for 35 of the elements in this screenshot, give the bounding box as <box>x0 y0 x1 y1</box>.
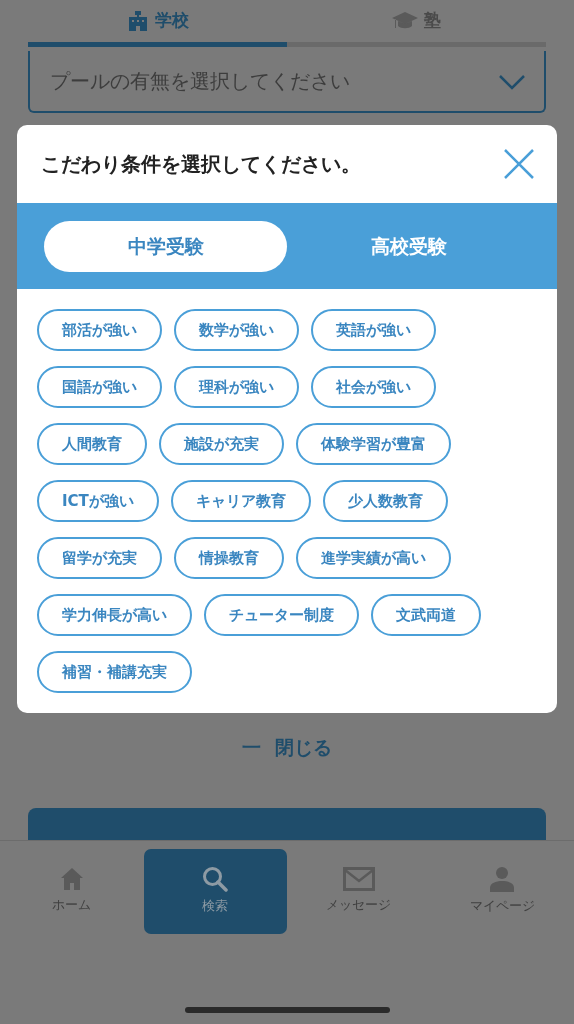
person-icon <box>489 866 516 893</box>
filter-chip[interactable]: キャリア教育 <box>170 480 311 522</box>
filter-chip[interactable]: 部活が強い <box>37 309 162 351</box>
filter-chip[interactable]: 少人数教育 <box>322 480 448 522</box>
graduation-cap-icon <box>392 11 418 31</box>
filter-chip[interactable]: チューター制度 <box>204 594 359 636</box>
tab[interactable]: 学校 <box>28 0 287 47</box>
mail-icon <box>342 867 375 892</box>
filter-chip[interactable]: 国語が強い <box>37 366 162 408</box>
filter-chip[interactable]: 学力伸長が高い <box>37 594 192 636</box>
filter-chip[interactable]: ICTが強い <box>37 480 159 522</box>
search-icon <box>202 866 229 893</box>
filter-chip[interactable]: 進学実績が高い <box>296 537 451 579</box>
filter-chip[interactable]: 社会が強い <box>311 366 436 408</box>
nav-item[interactable]: 検索 <box>143 848 287 934</box>
filter-chip[interactable]: 補習・補講充実 <box>37 651 192 693</box>
modal-title: こだわり条件を選択してください。 <box>41 151 361 178</box>
segment-tab[interactable]: 中学受験 <box>44 220 287 272</box>
home-icon <box>59 867 84 892</box>
select-field[interactable]: プールの有無を選択してください <box>28 51 546 113</box>
filter-chip[interactable]: 留学が充実 <box>37 537 162 579</box>
filter-chip[interactable]: 英語が強い <box>311 309 436 351</box>
filter-chip[interactable]: 数学が強い <box>174 309 299 351</box>
filter-chip[interactable]: 情操教育 <box>174 537 284 579</box>
filter-chip[interactable]: 理科が強い <box>174 366 299 408</box>
segment-tab[interactable]: 高校受験 <box>287 220 530 272</box>
chevron-down-icon <box>498 74 526 90</box>
filter-chip[interactable]: 人間教育 <box>37 423 147 465</box>
action-button[interactable] <box>28 807 546 840</box>
close-button[interactable] <box>503 148 535 180</box>
filter-chip[interactable]: 文武両道 <box>371 594 481 636</box>
school-icon <box>126 11 149 31</box>
filter-chip[interactable]: 施設が充実 <box>159 423 284 465</box>
filter-chip[interactable]: 体験学習が豊富 <box>296 423 451 465</box>
close-link[interactable]: 一 閉じる <box>242 733 332 762</box>
